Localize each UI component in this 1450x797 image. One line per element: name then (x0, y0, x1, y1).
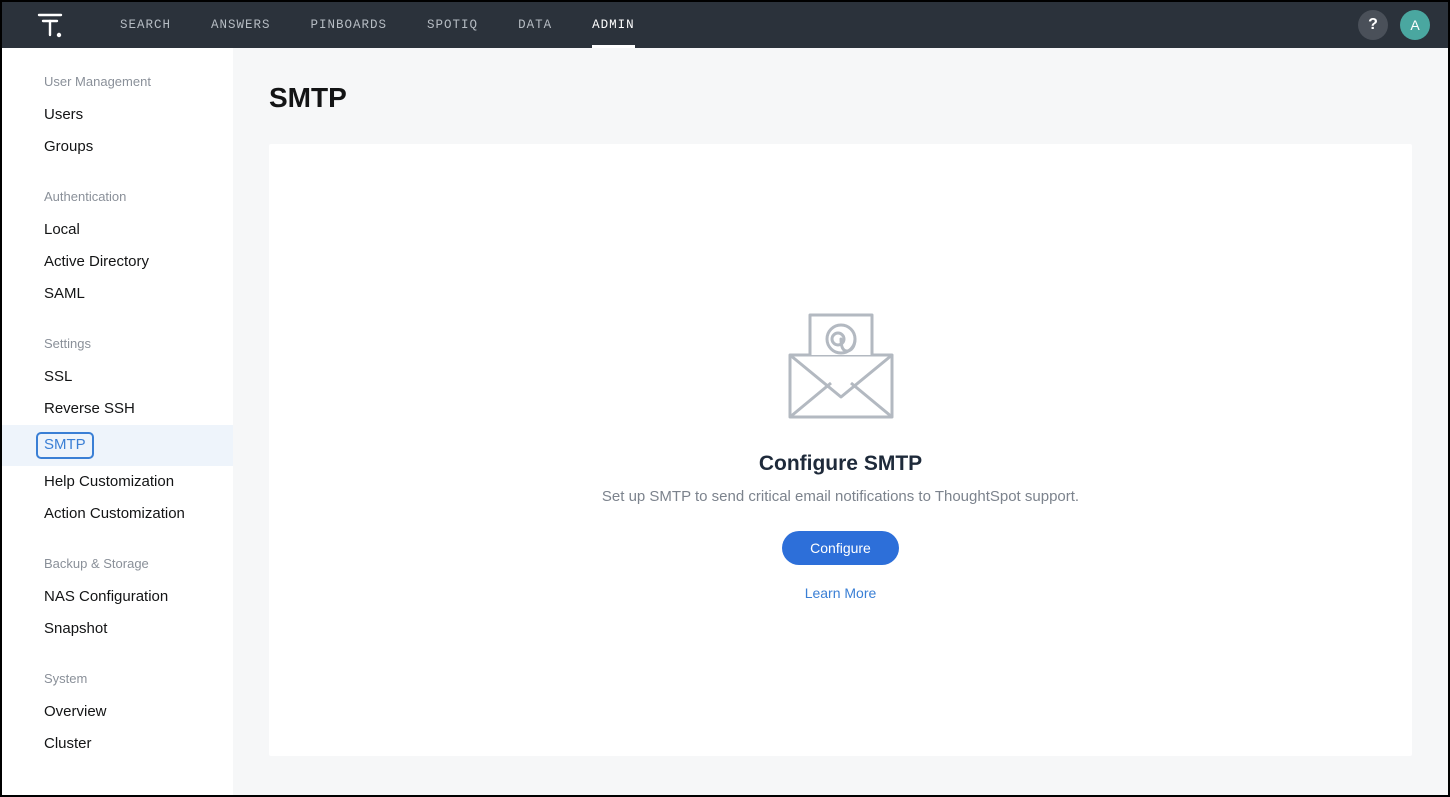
sidebar-item-label: Snapshot (44, 620, 107, 637)
configure-button[interactable]: Configure (782, 531, 899, 565)
sidebar-item-ssl[interactable]: SSL (2, 361, 233, 393)
topnav-item-pinboards[interactable]: PINBOARDS (291, 2, 408, 48)
sidebar-item-label: SAML (44, 285, 85, 302)
empty-state: Configure SMTP Set up SMTP to send criti… (561, 299, 1121, 601)
sidebar-group-title: System (2, 671, 233, 696)
sidebar-item-snapshot[interactable]: Snapshot (2, 613, 233, 645)
envelope-at-icon (561, 299, 1121, 434)
sidebar-item-label: Action Customization (44, 505, 185, 522)
product-logo-icon[interactable] (20, 2, 80, 48)
learn-more-link[interactable]: Learn More (561, 585, 1121, 601)
sidebar-item-nas-configuration[interactable]: NAS Configuration (2, 581, 233, 613)
sidebar-item-label: NAS Configuration (44, 588, 168, 605)
sidebar-group-title: User Management (2, 74, 233, 99)
sidebar-item-label: Overview (44, 703, 107, 720)
sidebar-item-label: Local (44, 221, 80, 238)
sidebar-item-label: SMTP (36, 432, 94, 459)
sidebar-item-local[interactable]: Local (2, 214, 233, 246)
sidebar: User Management Users Groups Authenticat… (2, 48, 233, 795)
sidebar-group-settings: Settings SSL Reverse SSH SMTP Help Custo… (2, 336, 233, 530)
user-avatar[interactable]: A (1400, 10, 1430, 40)
help-button[interactable]: ? (1358, 10, 1388, 40)
sidebar-item-cluster[interactable]: Cluster (2, 728, 233, 760)
page-title: SMTP (269, 82, 1412, 114)
sidebar-item-overview[interactable]: Overview (2, 696, 233, 728)
sidebar-group-title: Settings (2, 336, 233, 361)
sidebar-group-title: Authentication (2, 189, 233, 214)
empty-state-description: Set up SMTP to send critical email notif… (561, 488, 1121, 505)
topnav-item-data[interactable]: DATA (498, 2, 572, 48)
sidebar-item-action-customization[interactable]: Action Customization (2, 498, 233, 530)
topnav-item-answers[interactable]: ANSWERS (191, 2, 291, 48)
sidebar-group-user-management: User Management Users Groups (2, 74, 233, 163)
sidebar-group-backup-storage: Backup & Storage NAS Configuration Snaps… (2, 556, 233, 645)
sidebar-group-system: System Overview Cluster (2, 671, 233, 760)
top-nav: SEARCH ANSWERS PINBOARDS SPOTIQ DATA ADM… (2, 2, 1448, 48)
sidebar-item-saml[interactable]: SAML (2, 278, 233, 310)
sidebar-item-label: Help Customization (44, 473, 174, 490)
empty-state-heading: Configure SMTP (561, 452, 1121, 476)
sidebar-item-label: SSL (44, 368, 72, 385)
topnav-items: SEARCH ANSWERS PINBOARDS SPOTIQ DATA ADM… (100, 2, 655, 48)
topnav-item-admin[interactable]: ADMIN (572, 2, 655, 48)
sidebar-item-label: Groups (44, 138, 93, 155)
sidebar-item-label: Reverse SSH (44, 400, 135, 417)
sidebar-item-label: Users (44, 106, 83, 123)
sidebar-item-label: Active Directory (44, 253, 149, 270)
sidebar-item-active-directory[interactable]: Active Directory (2, 246, 233, 278)
topnav-item-spotiq[interactable]: SPOTIQ (407, 2, 498, 48)
sidebar-item-groups[interactable]: Groups (2, 131, 233, 163)
sidebar-item-users[interactable]: Users (2, 99, 233, 131)
main-content: SMTP Conf (233, 48, 1448, 795)
sidebar-item-reverse-ssh[interactable]: Reverse SSH (2, 393, 233, 425)
sidebar-item-label: Cluster (44, 735, 92, 752)
content-card: Configure SMTP Set up SMTP to send criti… (269, 144, 1412, 756)
sidebar-group-authentication: Authentication Local Active Directory SA… (2, 189, 233, 310)
sidebar-item-smtp[interactable]: SMTP (2, 425, 233, 466)
sidebar-item-help-customization[interactable]: Help Customization (2, 466, 233, 498)
topnav-item-search[interactable]: SEARCH (100, 2, 191, 48)
sidebar-group-title: Backup & Storage (2, 556, 233, 581)
